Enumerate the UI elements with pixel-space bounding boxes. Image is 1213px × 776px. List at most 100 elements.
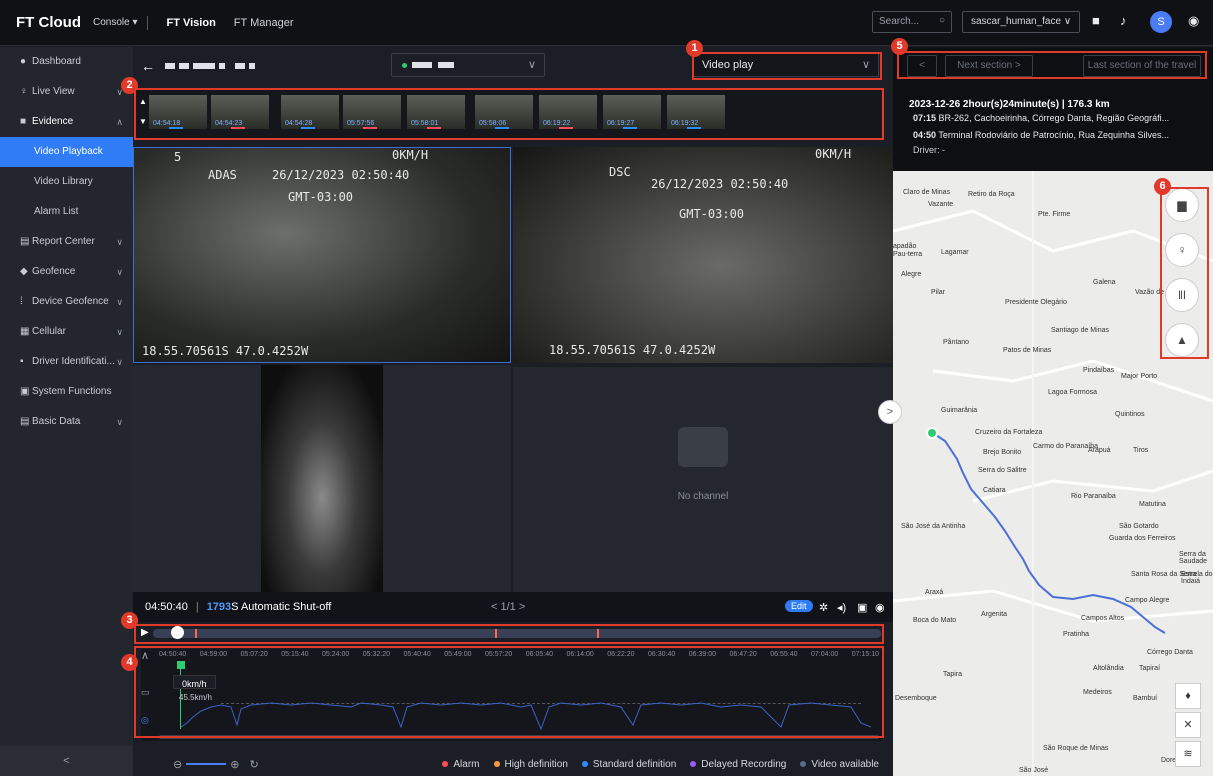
sidebar-label: Dashboard <box>32 56 81 67</box>
date-overlay: 26/12/2023 02:50:40 <box>272 168 410 182</box>
nav-ft-manager[interactable]: FT Manager <box>234 17 294 29</box>
time-tick: 05:24:00 <box>322 651 350 658</box>
settings-icon[interactable]: ◉ <box>1188 13 1199 29</box>
vehicle-select[interactable]: ∨ <box>391 53 545 77</box>
redacted-text <box>219 63 225 69</box>
vehicle-icon[interactable]: ▆ <box>1165 188 1199 222</box>
video-thumbnail[interactable]: 04:54:28 <box>281 95 339 129</box>
basic-data-icon: ▤ <box>20 416 30 427</box>
settings-icon[interactable]: ✲ <box>819 601 828 614</box>
cabin-video[interactable] <box>261 365 383 607</box>
search-icon: ○ <box>938 15 945 26</box>
map[interactable]: Claro de Minas Retiro da Roça Vazante Pt… <box>893 171 1213 776</box>
video-camera-icon <box>678 427 728 467</box>
video-thumbnail[interactable]: 05:57:56 <box>343 95 401 129</box>
dsc-video[interactable]: 0KM/H DSC 26/12/2023 02:50:40 GMT-03:00 … <box>513 147 893 363</box>
volume-icon[interactable]: ◂) <box>837 601 846 614</box>
zoom-slider[interactable] <box>186 763 227 765</box>
current-time: 04:50:40 <box>145 601 188 613</box>
alarm-icon[interactable]: ▲ <box>1165 323 1199 357</box>
thumbnail-time: 06:19:22 <box>543 120 571 127</box>
map-label: Guarda dos Ferreiros <box>1109 535 1176 542</box>
sidebar-label: Device Geofence <box>32 296 109 307</box>
video-thumbnail[interactable]: 04:54:18 <box>149 95 207 129</box>
sidebar-item-device-geofence[interactable]: ⁞ Device Geofence ∨ <box>0 287 133 317</box>
collapse-icon[interactable]: ∧ <box>141 649 149 662</box>
reset-icon[interactable]: ↻ <box>249 758 258 771</box>
video-thumbnail[interactable]: 05:58:01 <box>407 95 465 129</box>
play-mode-select[interactable]: Video play ∨ <box>693 53 879 77</box>
sidebar-item-driver-identification[interactable]: ▪ Driver Identificati... ∨ <box>0 347 133 377</box>
play-icon[interactable]: ▶ <box>141 627 149 638</box>
fullscreen-icon[interactable]: ▣ <box>857 601 867 614</box>
sidebar-item-video-playback[interactable]: Video Playback <box>0 137 133 167</box>
pin-icon[interactable]: ♦ <box>1175 683 1201 709</box>
layers-icon[interactable]: ≋ <box>1175 741 1201 767</box>
adas-video[interactable]: 5 0KM/H ADAS 26/12/2023 02:50:40 GMT-03:… <box>133 147 511 363</box>
video-thumbnail[interactable]: 04:54:23 <box>211 95 269 129</box>
page-indicator[interactable]: < 1/1 > <box>491 601 525 613</box>
video-thumbnail[interactable]: 06:19:32 <box>667 95 725 129</box>
legend: ⊖ ⊕ ↻ Alarm High definition Standard def… <box>133 753 893 775</box>
bell-icon[interactable]: ♪ <box>1120 13 1127 28</box>
sidebar-item-evidence[interactable]: ■ Evidence ∧ <box>0 107 133 137</box>
scroll-down-icon[interactable]: ▼ <box>139 117 147 126</box>
search-input[interactable]: Search... ○ <box>872 11 952 33</box>
edit-button[interactable]: Edit <box>785 600 813 612</box>
record-icon[interactable]: ◉ <box>875 601 885 614</box>
time-tick: 05:57:20 <box>485 651 513 658</box>
zoom-in-icon[interactable]: ⊕ <box>230 758 239 771</box>
sidebar-item-report-center[interactable]: ▤ Report Center ∨ <box>0 227 133 257</box>
sidebar-item-geofence[interactable]: ◆ Geofence ∨ <box>0 257 133 287</box>
start-marker-icon[interactable] <box>926 427 938 439</box>
console-menu[interactable]: Console ▾ <box>93 17 138 28</box>
sidebar-item-alarm-list[interactable]: Alarm List <box>0 197 133 227</box>
map-label: Estrela do Indaiá <box>1181 571 1213 585</box>
thumbnail-time: 04:54:23 <box>215 120 243 127</box>
video-icon: ■ <box>20 116 27 127</box>
gps-overlay: 18.55.70561S 47.0.4252W <box>549 343 716 357</box>
sidebar-item-basic-data[interactable]: ▤ Basic Data ∨ <box>0 407 133 437</box>
org-select[interactable]: sascar_human_face ∨ <box>962 11 1080 33</box>
timeline-knob[interactable] <box>171 626 184 639</box>
redacted-text <box>249 63 255 69</box>
sidebar-item-cellular[interactable]: ▦ Cellular ∨ <box>0 317 133 347</box>
next-section-button[interactable]: Next section > <box>945 55 1033 77</box>
definition-bar <box>427 127 441 129</box>
map-label: Argenita <box>981 611 1008 618</box>
playhead-marker[interactable] <box>177 661 185 669</box>
last-section-button[interactable]: Last section of the travel <box>1083 55 1201 77</box>
nav-ft-vision[interactable]: FT Vision <box>166 17 215 29</box>
avatar[interactable]: S <box>1150 11 1172 33</box>
sidebar-collapse-button[interactable]: < <box>0 746 133 776</box>
traffic-icon[interactable]: ǁǀ <box>1165 278 1199 312</box>
sidebar-item-dashboard[interactable]: ● Dashboard <box>0 47 133 77</box>
folder-icon[interactable]: ■ <box>1092 13 1100 28</box>
map-label: Cruzeiro da Fortaleza <box>975 429 1043 436</box>
sidebar-item-video-library[interactable]: Video Library <box>0 167 133 197</box>
map-label: Campo Alegre <box>1125 597 1170 604</box>
time-tick: 06:22:20 <box>607 651 635 658</box>
back-arrow-icon[interactable]: ← <box>141 58 155 74</box>
scroll-up-icon[interactable]: ▲ <box>139 97 147 106</box>
prev-section-button[interactable]: < <box>907 55 937 77</box>
video-thumbnail[interactable]: 05:58:06 <box>475 95 533 129</box>
callout-badge-3: 3 <box>121 612 138 629</box>
location-icon[interactable]: ♀ <box>1165 233 1199 267</box>
map-label: Bambuí <box>1133 695 1158 702</box>
time-tick: 05:07:20 <box>240 651 268 658</box>
video-thumbnail[interactable]: 06:19:27 <box>603 95 661 129</box>
speed-icon[interactable]: ◎ <box>141 715 149 726</box>
sidebar-item-live-view[interactable]: ♀ Live View ∨ <box>0 77 133 107</box>
chart-scrollbar[interactable] <box>159 735 879 739</box>
zoom-out-icon[interactable]: ⊖ <box>173 758 182 771</box>
video-thumbnail[interactable]: 06:19:22 <box>539 95 597 129</box>
timeline-track[interactable] <box>153 629 881 638</box>
alarm-marker <box>597 629 599 638</box>
cabin-video-cell <box>133 365 511 607</box>
video-icon[interactable]: ▭ <box>141 687 150 698</box>
alarm-marker <box>195 629 197 638</box>
ruler-icon[interactable]: ✕ <box>1175 712 1201 738</box>
sidebar-item-system-functions[interactable]: ▣ System Functions <box>0 377 133 407</box>
expand-panel-button[interactable]: > <box>878 400 902 424</box>
